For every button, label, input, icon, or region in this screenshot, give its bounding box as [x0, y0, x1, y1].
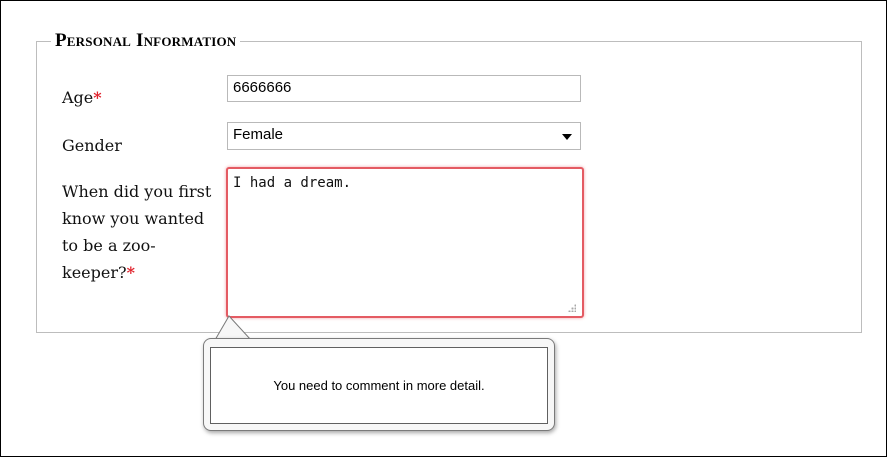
chevron-down-icon[interactable] [562, 134, 572, 140]
required-marker: * [93, 88, 102, 107]
zookeeper-answer-textarea[interactable]: I had a dream. [226, 167, 584, 318]
gender-select[interactable]: Female [227, 122, 581, 150]
age-label: Age* [62, 85, 102, 111]
age-label-text: Age [62, 88, 94, 107]
age-input[interactable]: 6666666 [227, 75, 581, 102]
zookeeper-question-text: When did you first know you wanted to be… [62, 182, 212, 282]
resize-grip-icon[interactable] [568, 304, 576, 312]
gender-label: Gender [62, 136, 122, 155]
validation-message: You need to comment in more detail. [210, 347, 548, 424]
zookeeper-answer-value: I had a dream. [233, 175, 352, 191]
required-marker: * [126, 263, 135, 282]
validation-tooltip: You need to comment in more detail. [203, 338, 555, 431]
section-title: Personal Information [55, 30, 237, 51]
gender-select-value: Female [233, 126, 284, 143]
age-input-value: 6666666 [233, 79, 292, 96]
zookeeper-question-label: When did you first know you wanted to be… [62, 178, 212, 286]
